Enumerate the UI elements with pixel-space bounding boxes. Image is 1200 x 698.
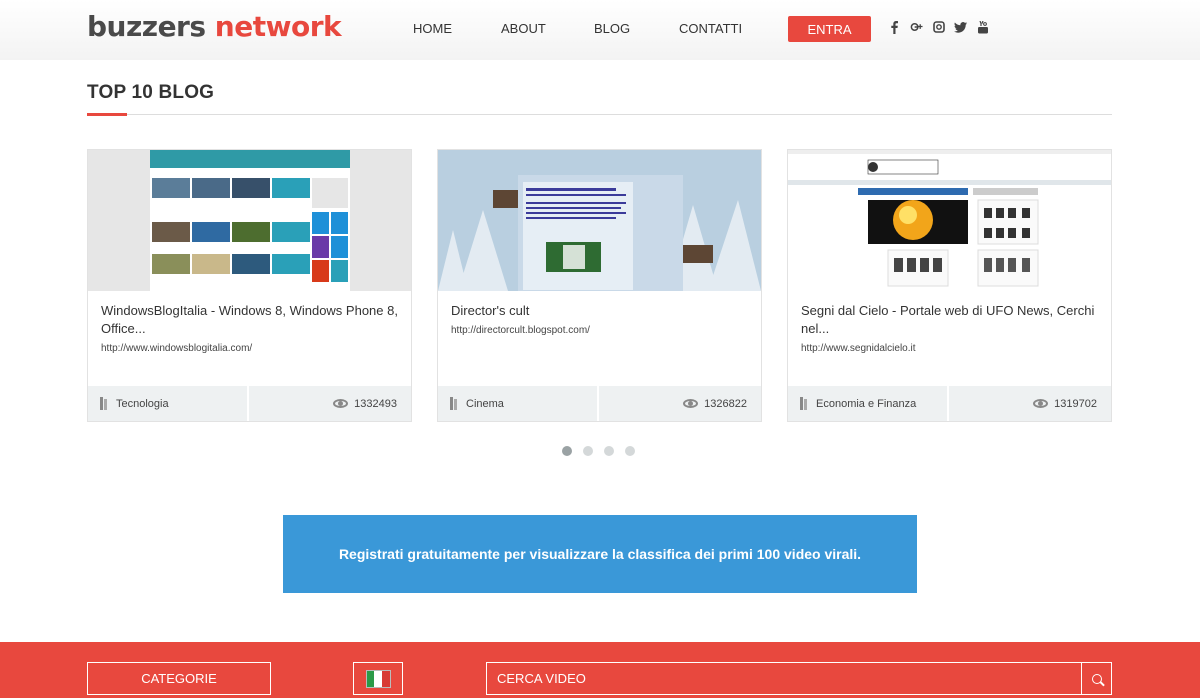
category-cell[interactable]: Cinema xyxy=(438,386,599,421)
views-cell: 1332493 xyxy=(249,386,411,421)
footer-bar: CATEGORIE CERCA VIDEO xyxy=(0,642,1200,698)
views-cell: 1326822 xyxy=(599,386,761,421)
category-label: Cinema xyxy=(466,397,504,410)
windowsblogitalia-screenshot xyxy=(150,150,350,291)
carousel-dot-4[interactable] xyxy=(625,446,635,456)
card-footer: Cinema 1326822 xyxy=(438,386,761,421)
category-label: Tecnologia xyxy=(116,397,169,410)
nav-home[interactable]: HOME xyxy=(413,21,452,36)
carousel-dot-3[interactable] xyxy=(604,446,614,456)
blog-url[interactable]: http://www.segnidalcielo.it xyxy=(801,343,916,354)
site-logo[interactable]: buzzers network xyxy=(87,10,342,43)
category-cell[interactable]: Tecnologia xyxy=(88,386,249,421)
blog-url[interactable]: http://www.windowsblogitalia.com/ xyxy=(101,343,252,354)
register-banner-text: Registrati gratuitamente per visualizzar… xyxy=(338,546,862,562)
category-cell[interactable]: Economia e Finanza xyxy=(788,386,949,421)
eye-icon xyxy=(683,399,699,408)
eye-icon xyxy=(333,399,349,408)
blog-url[interactable]: http://directorcult.blogspot.com/ xyxy=(451,325,590,336)
eye-icon xyxy=(1033,399,1049,408)
blog-title[interactable]: Segni dal Cielo - Portale web di UFO New… xyxy=(801,302,1101,338)
card-footer: Tecnologia 1332493 xyxy=(88,386,411,421)
search-input[interactable]: CERCA VIDEO xyxy=(487,663,1081,694)
views-cell: 1319702 xyxy=(949,386,1111,421)
title-accent-bar xyxy=(87,113,127,116)
category-label: Economia e Finanza xyxy=(816,397,917,410)
nav-blog[interactable]: BLOG xyxy=(594,21,630,36)
instagram-icon[interactable] xyxy=(932,19,945,35)
title-divider xyxy=(87,114,1112,115)
language-button[interactable] xyxy=(353,662,403,695)
italy-flag-icon xyxy=(365,669,391,688)
views-count: 1332493 xyxy=(354,397,397,410)
facebook-icon[interactable] xyxy=(888,19,901,35)
book-icon xyxy=(100,397,109,410)
book-icon xyxy=(800,397,809,410)
views-count: 1319702 xyxy=(1054,397,1097,410)
blog-thumbnail[interactable] xyxy=(438,150,761,291)
card-footer: Economia e Finanza 1319702 xyxy=(788,386,1111,421)
search-button[interactable] xyxy=(1081,663,1111,694)
carousel-dot-2[interactable] xyxy=(583,446,593,456)
views-count: 1326822 xyxy=(704,397,747,410)
blog-card[interactable]: Segni dal Cielo - Portale web di UFO New… xyxy=(787,149,1112,422)
social-links xyxy=(888,19,989,35)
logo-part-buzzers: buzzers xyxy=(87,10,206,43)
blog-card[interactable]: Director's cult http://directorcult.blog… xyxy=(437,149,762,422)
video-search[interactable]: CERCA VIDEO xyxy=(486,662,1112,695)
entra-button[interactable]: ENTRA xyxy=(788,16,871,42)
youtube-icon[interactable] xyxy=(976,19,989,35)
site-header: buzzers network HOME ABOUT BLOG CONTATTI… xyxy=(0,0,1200,60)
nav-about[interactable]: ABOUT xyxy=(501,21,546,36)
nav-contatti[interactable]: CONTATTI xyxy=(679,21,742,36)
directorscult-screenshot xyxy=(438,150,761,291)
google-plus-icon[interactable] xyxy=(910,19,923,35)
section-title: TOP 10 BLOG xyxy=(87,82,215,103)
register-banner[interactable]: Registrati gratuitamente per visualizzar… xyxy=(283,515,917,593)
blog-title[interactable]: WindowsBlogItalia - Windows 8, Windows P… xyxy=(101,302,401,338)
search-icon xyxy=(1091,673,1102,684)
blog-thumbnail[interactable] xyxy=(88,150,411,291)
blog-title[interactable]: Director's cult xyxy=(451,302,751,320)
carousel-dot-1[interactable] xyxy=(562,446,572,456)
carousel-pagination xyxy=(562,446,635,456)
logo-part-network: network xyxy=(214,10,342,43)
twitter-icon[interactable] xyxy=(954,19,967,35)
blog-card[interactable]: WindowsBlogItalia - Windows 8, Windows P… xyxy=(87,149,412,422)
segnidalcielo-screenshot xyxy=(788,150,1111,291)
book-icon xyxy=(450,397,459,410)
categorie-button[interactable]: CATEGORIE xyxy=(87,662,271,695)
blog-thumbnail[interactable] xyxy=(788,150,1111,291)
